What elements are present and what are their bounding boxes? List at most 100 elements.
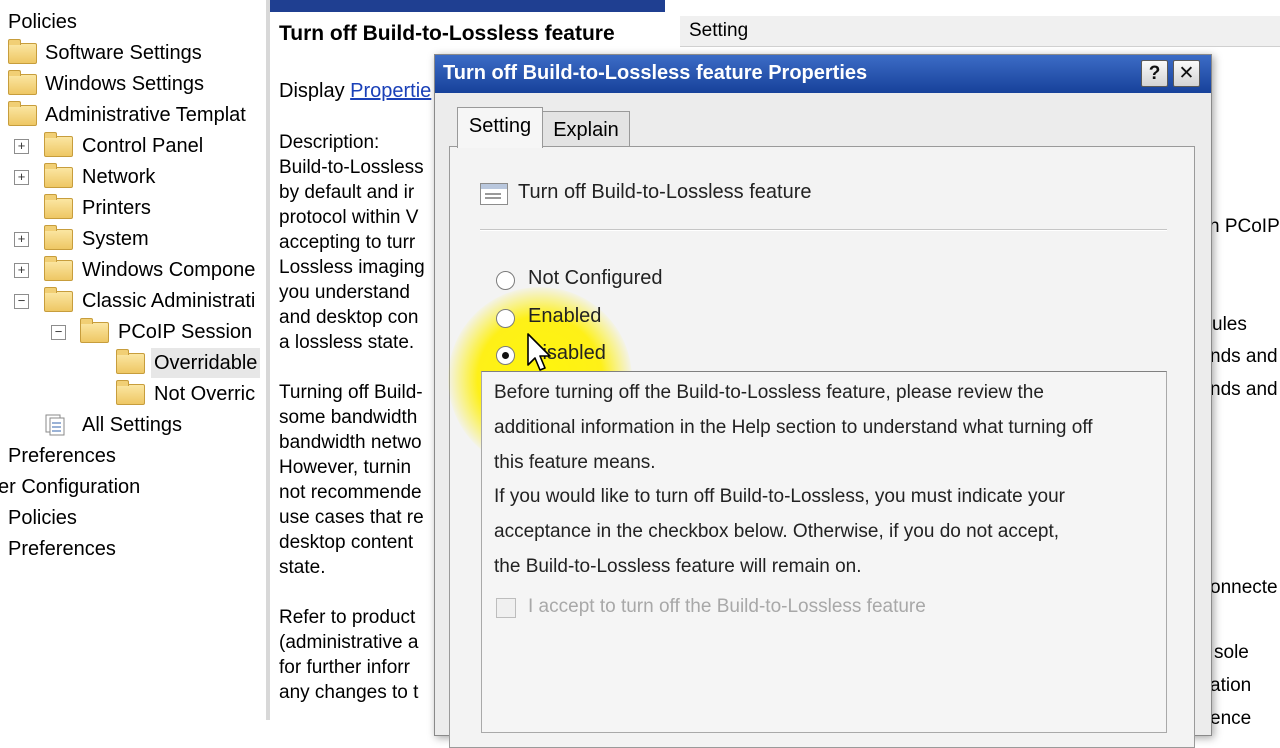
folder-icon: [44, 256, 73, 281]
policy-setting-name: Turn off Build-to-Lossless feature: [518, 181, 812, 203]
list-text-fragment: n PCoIP: [1209, 216, 1280, 237]
radio-label: Enabled: [528, 305, 602, 327]
collapse-minus-icon[interactable]: −: [51, 325, 66, 340]
folder-icon: [8, 70, 37, 95]
tree-item-label: Policies: [8, 11, 77, 33]
display-prefix: Display: [279, 80, 345, 102]
list-text-fragment: onnecte: [1210, 577, 1278, 598]
help-button[interactable]: ?: [1141, 60, 1168, 87]
tree-item-label: er Configuration: [0, 476, 141, 498]
tree-item-printers[interactable]: Printers: [0, 193, 266, 223]
tree-item-label: Printers: [82, 197, 151, 219]
expand-plus-icon[interactable]: +: [14, 139, 29, 154]
radio-label: Not Configured: [528, 267, 663, 289]
description-line: Turning off Build-: [279, 382, 423, 403]
description-line: accepting to turr: [279, 232, 416, 253]
tree-item-control-panel[interactable]: + Control Panel: [0, 131, 266, 161]
expand-plus-icon[interactable]: +: [14, 263, 29, 278]
separator: [480, 229, 1167, 231]
tree-item-windows-settings[interactable]: Windows Settings: [0, 69, 266, 99]
tree-item-label: Preferences: [8, 445, 116, 467]
tree-item-label: All Settings: [82, 414, 183, 436]
folder-icon: [8, 101, 37, 126]
folder-icon: [116, 349, 145, 374]
tree-item-label: Control Panel: [82, 135, 204, 157]
tab-setting[interactable]: Setting: [457, 107, 543, 148]
mouse-pointer-icon: [527, 333, 551, 371]
expand-plus-icon[interactable]: +: [14, 232, 29, 247]
properties-dialog: Turn off Build-to-Lossless feature Prope…: [434, 54, 1212, 748]
tree-item-label: Administrative Templat: [45, 104, 246, 126]
dialog-title: Turn off Build-to-Lossless feature Prope…: [443, 62, 868, 84]
tree-item-label: Overridable: [151, 348, 261, 378]
info-line: this feature means.: [494, 452, 656, 473]
tree-item-network[interactable]: + Network: [0, 162, 266, 192]
radio-button[interactable]: [496, 346, 515, 365]
setting-tab-panel: Turn off Build-to-Lossless feature Not C…: [448, 146, 1195, 748]
description-line: use cases that re: [279, 507, 424, 528]
radio-button[interactable]: [496, 271, 515, 290]
tree-item-overridable[interactable]: Overridable: [0, 348, 266, 378]
tree-item-classic-administrative[interactable]: − Classic Administrati: [0, 286, 266, 316]
description-line: by default and ir: [279, 182, 415, 203]
column-header-label: Setting: [689, 20, 749, 41]
list-text-fragment: ation: [1210, 675, 1252, 696]
info-line: the Build-to-Lossless feature will remai…: [494, 556, 862, 577]
tree-item-software-settings[interactable]: Software Settings: [0, 38, 266, 68]
description-line: for further inforr: [279, 657, 410, 678]
display-properties: Display Propertie: [279, 80, 431, 103]
description-line: you understand: [279, 282, 410, 303]
close-button[interactable]: ✕: [1173, 60, 1200, 87]
description-line: protocol within V: [279, 207, 419, 228]
tree-item-label: Software Settings: [45, 42, 202, 64]
explanation-box: Before turning off the Build-to-Lossless…: [481, 371, 1167, 733]
description-line: bandwidth netwo: [279, 432, 422, 453]
all-settings-icon: [45, 414, 65, 436]
tree-item-label: System: [82, 228, 149, 250]
list-text-fragment: ules: [1212, 314, 1247, 335]
folder-icon: [44, 194, 73, 219]
description-line: Lossless imaging: [279, 257, 425, 278]
radio-button[interactable]: [496, 309, 515, 328]
tree-item-label: Windows Settings: [45, 73, 204, 95]
policy-setting-icon: [480, 183, 508, 205]
description-line: Build-to-Lossless: [279, 157, 424, 178]
accept-checkbox[interactable]: [496, 598, 516, 618]
description-line: not recommende: [279, 482, 422, 503]
tab-explain[interactable]: Explain: [542, 111, 630, 148]
description-line: some bandwidth: [279, 407, 418, 428]
navigation-tree: Policies Software Settings Windows Setti…: [0, 0, 266, 720]
list-text-fragment: nds and: [1210, 346, 1278, 367]
folder-icon: [80, 318, 109, 343]
tree-item-system[interactable]: + System: [0, 224, 266, 254]
folder-icon: [44, 287, 73, 312]
description-line: Refer to product: [279, 607, 416, 628]
folder-icon: [44, 132, 73, 157]
tree-item-not-overridable[interactable]: Not Overric: [0, 379, 266, 409]
tree-item-pcoip-session[interactable]: − PCoIP Session: [0, 317, 266, 347]
tree-item-label: Classic Administrati: [82, 290, 256, 312]
description-line: and desktop con: [279, 307, 419, 328]
setting-column-header[interactable]: Setting: [680, 16, 1280, 47]
pane-header-bar: [270, 0, 665, 12]
policy-title: Turn off Build-to-Lossless feature: [279, 22, 615, 45]
info-line: Before turning off the Build-to-Lossless…: [494, 382, 1044, 403]
tree-item-label: Windows Compone: [82, 259, 256, 281]
tree-item-label: Not Overric: [154, 383, 256, 405]
tree-item-all-settings[interactable]: All Settings: [0, 410, 266, 440]
collapse-minus-icon[interactable]: −: [14, 294, 29, 309]
properties-link[interactable]: Propertie: [350, 80, 431, 102]
tree-item-label: PCoIP Session: [118, 321, 253, 343]
tree-item-windows-components[interactable]: + Windows Compone: [0, 255, 266, 285]
list-text-fragment: ence: [1210, 708, 1252, 729]
tree-item-administrative-templates[interactable]: Administrative Templat: [0, 100, 266, 130]
info-line: acceptance in the checkbox below. Otherw…: [494, 521, 1060, 542]
folder-icon: [44, 225, 73, 250]
expand-plus-icon[interactable]: +: [14, 170, 29, 185]
dialog-titlebar[interactable]: Turn off Build-to-Lossless feature Prope…: [435, 55, 1211, 93]
description-line: any changes to t: [279, 682, 419, 703]
description-line: state.: [279, 557, 326, 578]
folder-icon: [8, 39, 37, 64]
tree-item-label: Preferences: [8, 538, 116, 560]
accept-checkbox-label: I accept to turn off the Build-to-Lossle…: [528, 596, 926, 617]
